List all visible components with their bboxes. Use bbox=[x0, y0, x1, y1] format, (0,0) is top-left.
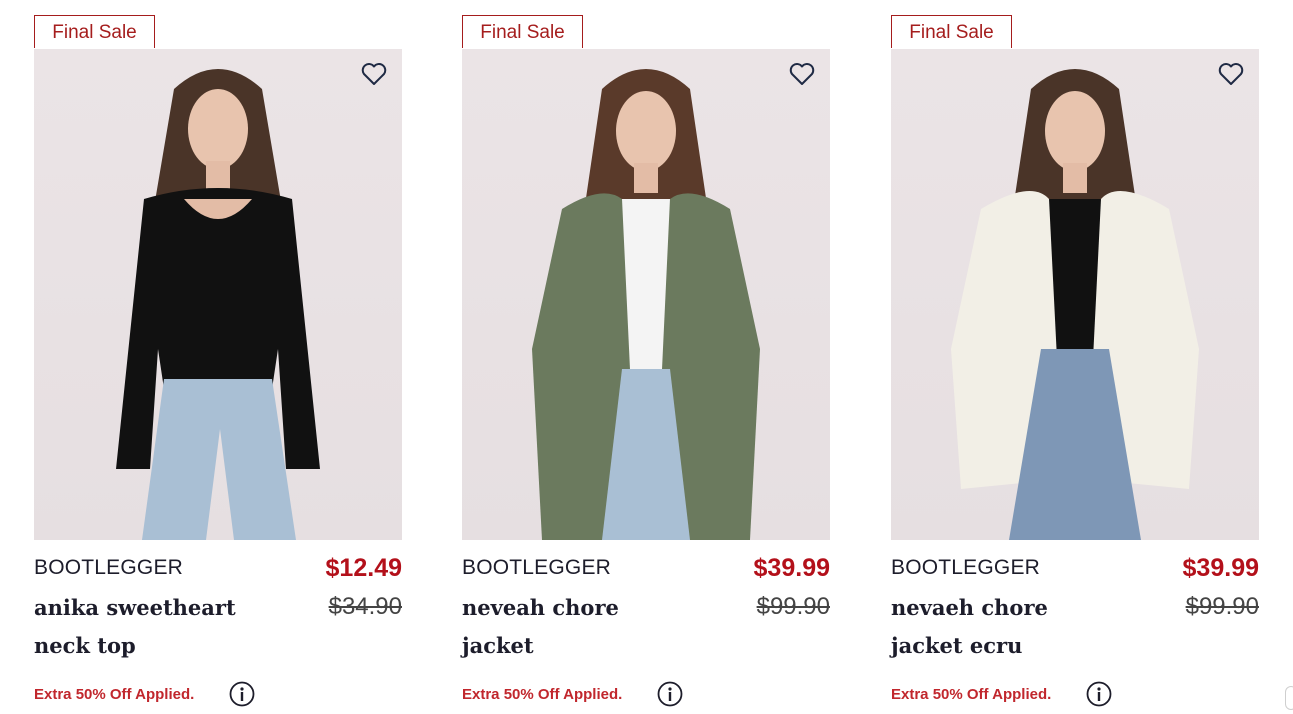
original-price: $99.90 bbox=[1185, 593, 1259, 620]
product-brand[interactable]: BOOTLEGGER bbox=[891, 556, 1040, 580]
final-sale-badge: Final Sale bbox=[891, 15, 1012, 48]
product-brand[interactable]: BOOTLEGGER bbox=[34, 556, 183, 580]
final-sale-badge: Final Sale bbox=[34, 15, 155, 48]
product-card[interactable]: Final Sale BOOTLEGGER nevaeh chore jacke… bbox=[891, 0, 1259, 714]
final-sale-badge: Final Sale bbox=[462, 15, 583, 48]
product-name[interactable]: nevaeh chore jacket ecru bbox=[891, 589, 1101, 665]
info-circle-icon[interactable] bbox=[1086, 681, 1112, 707]
original-price: $99.90 bbox=[756, 593, 830, 620]
heart-outline-icon[interactable] bbox=[788, 60, 816, 88]
info-circle-icon[interactable] bbox=[229, 681, 255, 707]
heart-outline-icon[interactable] bbox=[360, 60, 388, 88]
product-name[interactable]: anika sweetheart neck top bbox=[34, 589, 244, 665]
sale-price: $39.99 bbox=[753, 554, 830, 582]
product-image[interactable] bbox=[891, 49, 1259, 540]
promo-text: Extra 50% Off Applied. bbox=[891, 686, 1052, 703]
sale-price: $12.49 bbox=[325, 554, 402, 582]
product-image[interactable] bbox=[34, 49, 402, 540]
info-circle-icon[interactable] bbox=[657, 681, 683, 707]
product-card[interactable]: Final Sale BOOTLEGGER neveah chore jacke… bbox=[462, 0, 830, 714]
sale-price: $39.99 bbox=[1182, 554, 1259, 582]
original-price: $34.90 bbox=[328, 593, 402, 620]
product-card[interactable]: Final Sale BOOTLEGGER anika sweetheart n… bbox=[34, 0, 402, 714]
promo-text: Extra 50% Off Applied. bbox=[462, 686, 623, 703]
scroll-indicator[interactable] bbox=[1285, 686, 1293, 710]
product-image[interactable] bbox=[462, 49, 830, 540]
heart-outline-icon[interactable] bbox=[1217, 60, 1245, 88]
product-name[interactable]: neveah chore jacket bbox=[462, 589, 672, 665]
promo-text: Extra 50% Off Applied. bbox=[34, 686, 195, 703]
product-brand[interactable]: BOOTLEGGER bbox=[462, 556, 611, 580]
